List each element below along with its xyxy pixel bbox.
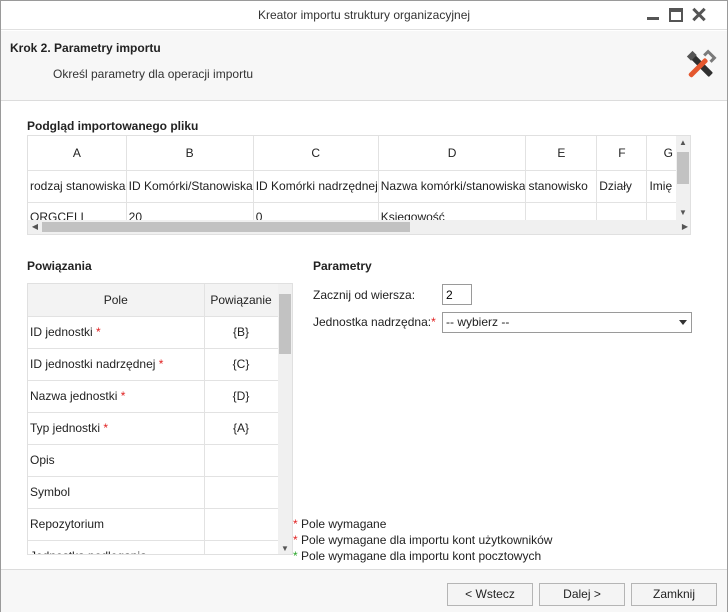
scrollbar-thumb[interactable] bbox=[279, 294, 291, 354]
title-bar: Kreator importu struktury organizacyjnej bbox=[1, 1, 727, 30]
column-header: A bbox=[28, 136, 127, 171]
required-marker: * bbox=[431, 315, 436, 329]
bindings-header-row: Pole Powiązanie bbox=[28, 284, 279, 317]
bindings-label: Powiązania bbox=[27, 259, 92, 273]
legend-required-users: * Pole wymagane dla importu kont użytkow… bbox=[293, 533, 553, 547]
legend-required-mail: * Pole wymagane dla importu kont pocztow… bbox=[293, 549, 542, 563]
table-row[interactable]: Opis bbox=[28, 444, 279, 477]
field-name: Repozytorium bbox=[28, 508, 205, 541]
column-header: F bbox=[596, 136, 648, 171]
field-name: Symbol bbox=[28, 476, 205, 509]
preview-cell: ID Komórki/Stanowiska bbox=[126, 170, 254, 203]
window-title: Kreator importu struktury organizacyjnej bbox=[257, 8, 471, 22]
scroll-down-icon[interactable]: ▼ bbox=[676, 208, 690, 218]
field-binding[interactable]: {D} bbox=[204, 380, 279, 413]
parent-unit-select[interactable]: -- wybierz -- bbox=[442, 312, 692, 333]
start-row-label: Zacznij od wiersza: bbox=[313, 288, 416, 302]
field-name: Typ jednostki * bbox=[28, 412, 205, 445]
params-label: Parametry bbox=[313, 259, 372, 273]
scrollbar-thumb[interactable] bbox=[677, 152, 689, 184]
table-row[interactable]: Repozytorium bbox=[28, 508, 279, 541]
parent-unit-label: Jednostka nadrzędna:* bbox=[313, 315, 436, 329]
field-name: ID jednostki * bbox=[28, 316, 205, 349]
field-name: ID jednostki nadrzędnej * bbox=[28, 348, 205, 381]
column-header-binding: Powiązanie bbox=[204, 284, 279, 317]
required-marker: * bbox=[293, 533, 298, 547]
preview-cell: Nazwa komórki/stanowiska bbox=[378, 170, 527, 203]
field-binding[interactable] bbox=[204, 444, 279, 477]
start-row-input[interactable] bbox=[442, 284, 472, 305]
preview-header-row: A B C D E F G bbox=[28, 136, 690, 171]
column-header-field: Pole bbox=[28, 284, 205, 317]
field-name: Nazwa jednostki * bbox=[28, 380, 205, 413]
wizard-footer: < Wstecz Dalej > Zamknij bbox=[1, 569, 727, 612]
file-preview-grid[interactable]: A B C D E F G rodzaj stanowiska ID Komór… bbox=[27, 135, 691, 235]
preview-cell: ID Komórki nadrzędnej bbox=[253, 170, 379, 203]
table-row[interactable]: ID jednostki * {B} bbox=[28, 316, 279, 349]
required-marker: * bbox=[120, 389, 126, 403]
minimize-icon[interactable] bbox=[646, 8, 660, 22]
required-marker: * bbox=[293, 549, 298, 563]
field-name: Jednostka podlegania bbox=[28, 540, 205, 554]
field-binding[interactable] bbox=[204, 540, 279, 554]
preview-label: Podgląd importowanego pliku bbox=[27, 119, 199, 133]
table-row: rodzaj stanowiska ID Komórki/Stanowiska … bbox=[28, 170, 690, 203]
bindings-vertical-scrollbar[interactable]: ▼ bbox=[278, 284, 292, 554]
required-marker: * bbox=[293, 517, 298, 531]
preview-cell: stanowisko bbox=[525, 170, 598, 203]
table-row[interactable]: ID jednostki nadrzędnej * {C} bbox=[28, 348, 279, 381]
scroll-down-icon[interactable]: ▼ bbox=[278, 544, 292, 554]
scrollbar-thumb[interactable] bbox=[42, 222, 410, 232]
scroll-up-icon[interactable]: ▲ bbox=[676, 138, 690, 148]
wizard-header: Krok 2. Parametry importu Określ paramet… bbox=[1, 31, 727, 101]
legend-required: * Pole wymagane bbox=[293, 517, 387, 531]
next-button[interactable]: Dalej > bbox=[539, 583, 625, 606]
back-button[interactable]: < Wstecz bbox=[447, 583, 533, 606]
maximize-icon[interactable] bbox=[669, 8, 683, 22]
field-binding[interactable]: {B} bbox=[204, 316, 279, 349]
field-binding[interactable] bbox=[204, 508, 279, 541]
tools-icon bbox=[686, 49, 717, 78]
table-row[interactable]: Typ jednostki * {A} bbox=[28, 412, 279, 445]
step-title: Krok 2. Parametry importu bbox=[10, 41, 161, 55]
step-subtitle: Określ parametry dla operacji importu bbox=[53, 67, 254, 81]
close-icon[interactable] bbox=[692, 8, 706, 22]
required-marker: * bbox=[103, 421, 109, 435]
field-bindings-table[interactable]: Pole Powiązanie ID jednostki * {B} ID je… bbox=[27, 283, 293, 555]
table-row[interactable]: Symbol bbox=[28, 476, 279, 509]
table-row[interactable]: Nazwa jednostki * {D} bbox=[28, 380, 279, 413]
field-name: Opis bbox=[28, 444, 205, 477]
table-row[interactable]: Jednostka podlegania bbox=[28, 540, 279, 554]
preview-cell: Działy bbox=[596, 170, 648, 203]
close-button[interactable]: Zamknij bbox=[631, 583, 717, 606]
field-binding[interactable]: {C} bbox=[204, 348, 279, 381]
column-header: E bbox=[525, 136, 598, 171]
field-binding[interactable] bbox=[204, 476, 279, 509]
import-wizard-window: Kreator importu struktury organizacyjnej… bbox=[0, 0, 728, 612]
required-marker: * bbox=[96, 325, 101, 339]
chevron-down-icon bbox=[679, 320, 687, 325]
column-header: D bbox=[378, 136, 527, 171]
column-header: C bbox=[253, 136, 379, 171]
preview-horizontal-scrollbar[interactable]: ◀ ▶ bbox=[28, 220, 690, 234]
column-header: B bbox=[126, 136, 254, 171]
required-marker: * bbox=[158, 357, 164, 371]
preview-cell: rodzaj stanowiska bbox=[28, 170, 127, 203]
field-binding[interactable]: {A} bbox=[204, 412, 279, 445]
scroll-right-icon[interactable]: ▶ bbox=[678, 222, 690, 232]
preview-vertical-scrollbar[interactable]: ▲ ▼ bbox=[676, 136, 690, 220]
scroll-left-icon[interactable]: ◀ bbox=[28, 222, 42, 232]
